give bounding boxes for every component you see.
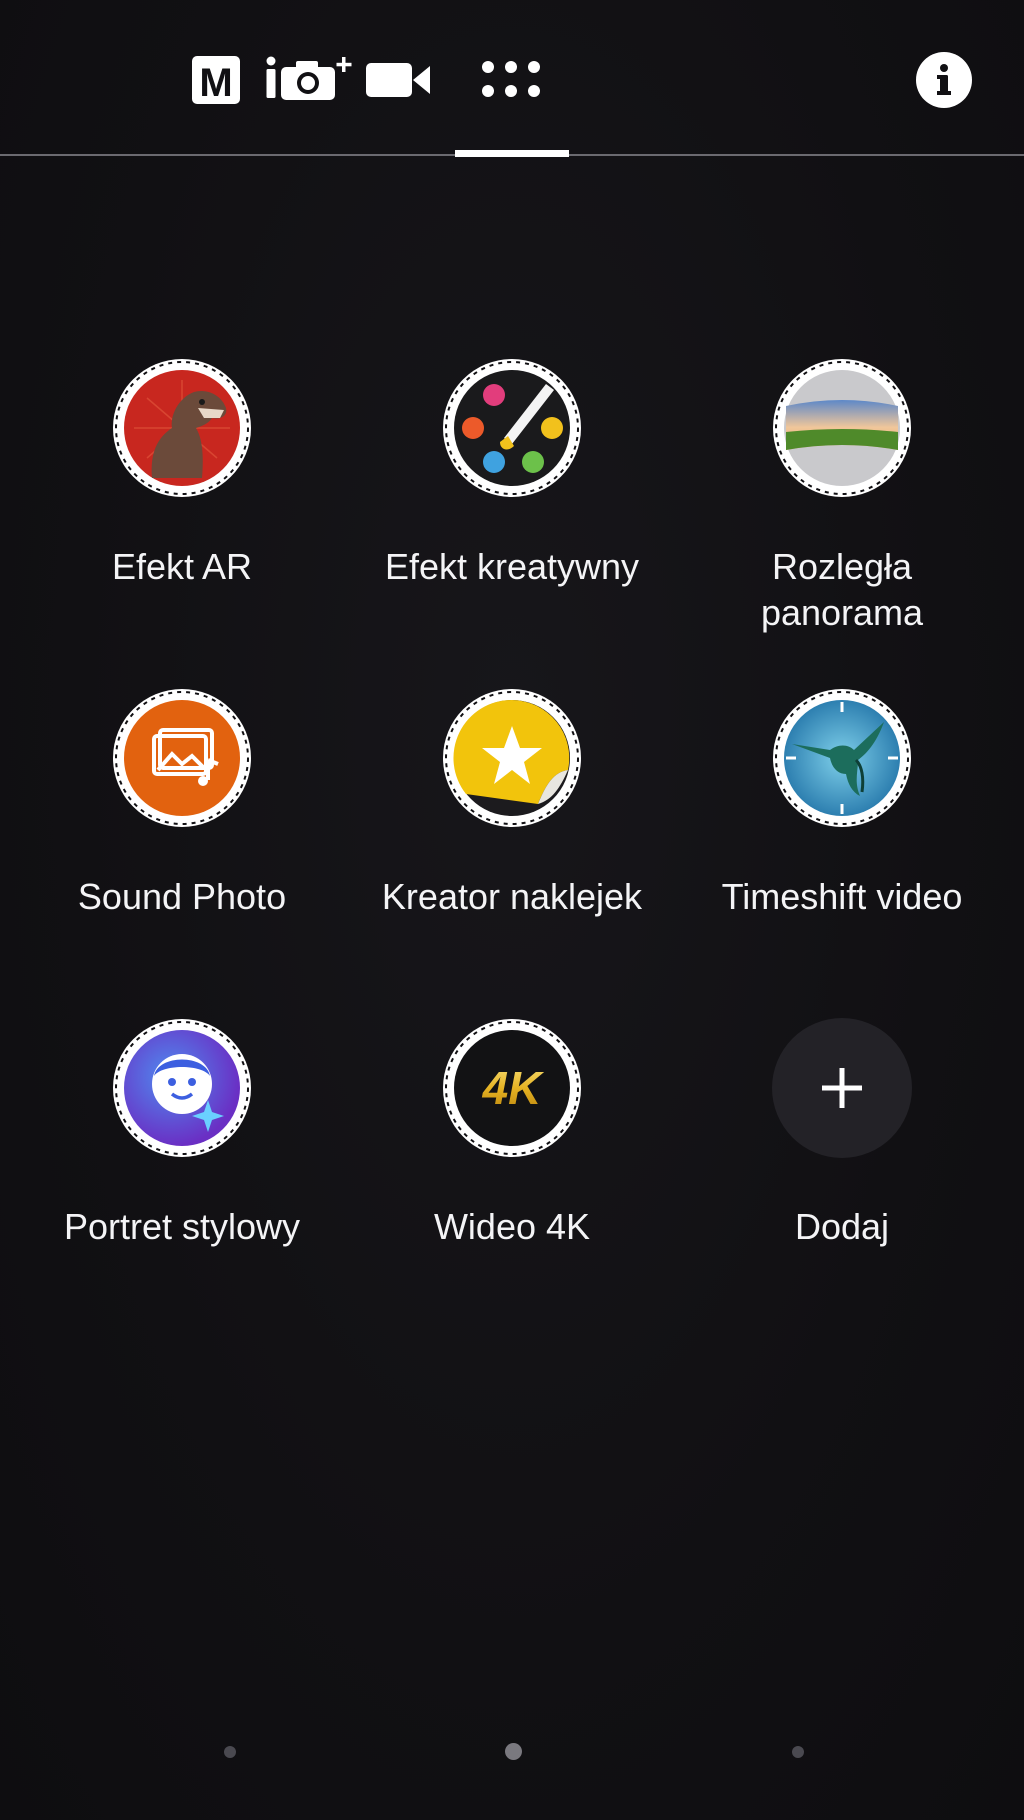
- app-label: Sound Photo: [77, 876, 287, 917]
- manual-mode-letter: M: [199, 61, 232, 105]
- app-tile-ar-effect[interactable]: Efekt AR: [17, 358, 347, 658]
- app-label: Efekt AR: [111, 546, 253, 587]
- video-camera-icon[interactable]: [366, 60, 432, 100]
- app-label: Portret stylowy: [63, 1206, 301, 1247]
- page-indicator-dot[interactable]: [792, 1746, 804, 1758]
- page-indicator-dot-active[interactable]: [505, 1743, 522, 1760]
- app-label: Wideo 4K: [433, 1206, 591, 1247]
- camera-mode-bar: M: [0, 0, 1024, 158]
- app-label: Timeshift video: [721, 876, 963, 917]
- camera-apps-grid-icon[interactable]: [480, 58, 542, 100]
- timeshift-video-hummingbird-icon: [772, 688, 912, 828]
- sticker-creator-icon: [442, 688, 582, 828]
- app-tile-sound-photo[interactable]: Sound Photo: [17, 688, 347, 988]
- app-tile-sweep-panorama[interactable]: Rozległa panorama: [677, 358, 1007, 658]
- manual-mode-icon[interactable]: M: [191, 55, 241, 105]
- app-label: Rozległa panorama: [760, 546, 924, 633]
- add-plus-icon: [772, 1018, 912, 1158]
- app-tile-add[interactable]: Dodaj: [677, 1018, 1007, 1318]
- style-portrait-face-icon: [112, 1018, 252, 1158]
- ar-effect-dinosaur-icon: [112, 358, 252, 498]
- superior-auto-camera-icon[interactable]: [263, 52, 355, 104]
- app-tile-style-portrait[interactable]: Portret stylowy: [17, 1018, 347, 1318]
- creative-effect-palette-icon: [442, 358, 582, 498]
- app-label: Kreator naklejek: [381, 876, 643, 917]
- sound-photo-icon: [112, 688, 252, 828]
- app-tile-sticker-creator[interactable]: Kreator naklejek: [347, 688, 677, 988]
- app-tile-timeshift-video[interactable]: Timeshift video: [677, 688, 1007, 988]
- sweep-panorama-icon: [772, 358, 912, 498]
- info-icon[interactable]: [915, 51, 973, 109]
- 4k-video-icon: 4K: [442, 1018, 582, 1158]
- app-label: Efekt kreatywny: [384, 546, 640, 587]
- active-mode-indicator: [455, 150, 569, 157]
- 4k-badge-text: 4K: [482, 1062, 545, 1114]
- camera-apps-screen: M Efekt AR Efekt kreatywny Rozległa pano…: [0, 0, 1024, 1820]
- page-indicator-dot[interactable]: [224, 1746, 236, 1758]
- app-tile-4k-video[interactable]: 4K Wideo 4K: [347, 1018, 677, 1318]
- app-label: Dodaj: [794, 1206, 890, 1247]
- app-tile-creative-effect[interactable]: Efekt kreatywny: [347, 358, 677, 658]
